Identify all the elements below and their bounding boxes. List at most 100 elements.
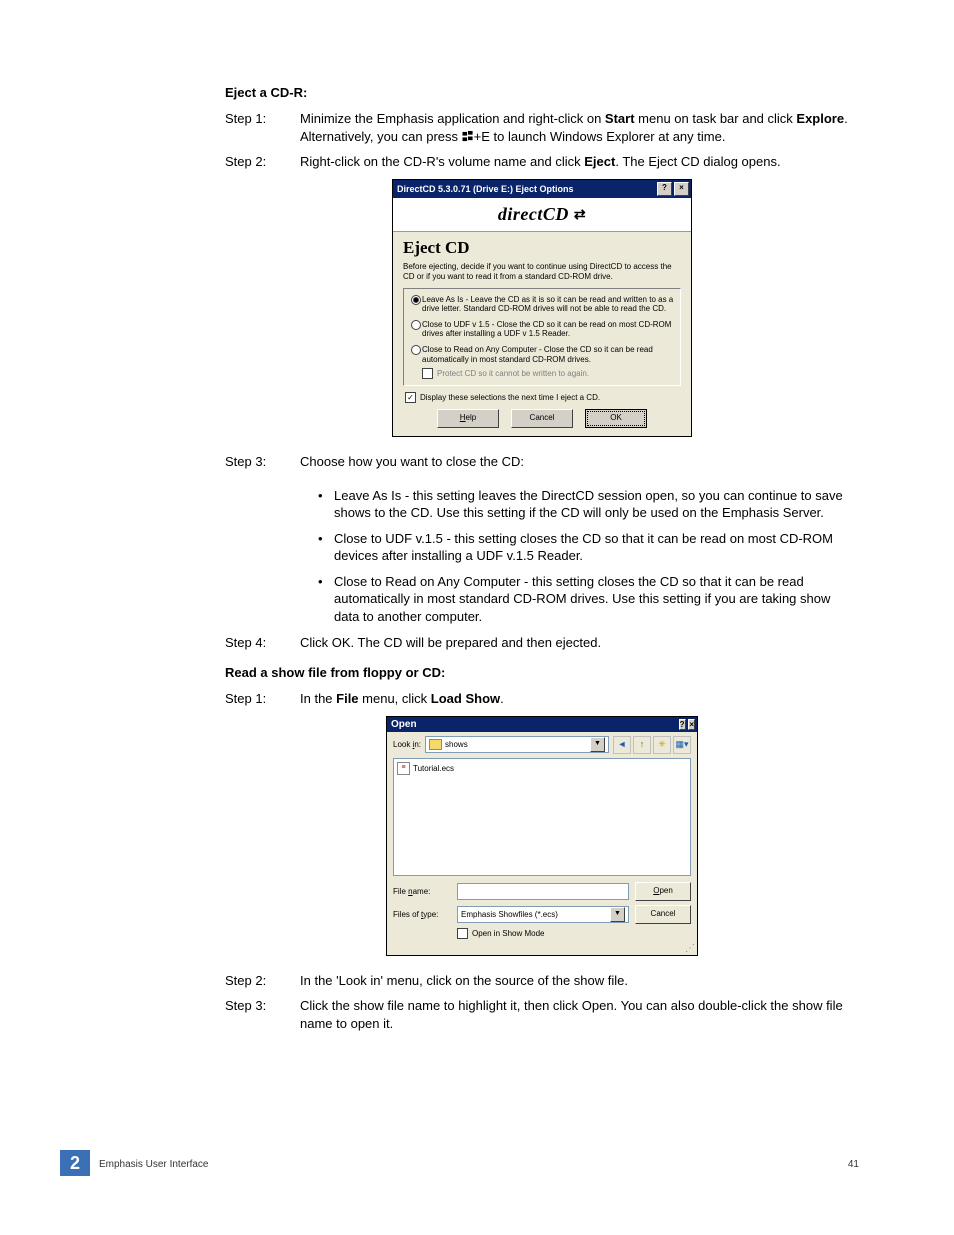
bullet-close-udf: • Close to UDF v.1.5 - this setting clos…	[318, 530, 859, 565]
windows-key-icon	[462, 131, 474, 142]
list-item[interactable]: ≡ Tutorial.ecs	[397, 762, 687, 775]
radio-label: Leave As Is - Leave the CD as it is so i…	[422, 295, 674, 314]
bullet-icon: •	[318, 573, 334, 626]
text: . The Eject CD dialog opens.	[615, 154, 780, 169]
directcd-eject-dialog: DirectCD 5.3.0.71 (Drive E:) Eject Optio…	[392, 179, 692, 438]
folder-icon	[429, 739, 442, 750]
open-button[interactable]: Open	[635, 882, 691, 901]
radio-close-udf[interactable]: Close to UDF v 1.5 - Close the CD so it …	[410, 320, 674, 339]
dialog-title: DirectCD 5.3.0.71 (Drive E:) Eject Optio…	[397, 184, 574, 194]
ok-button[interactable]: OK	[585, 409, 647, 428]
file-list[interactable]: ≡ Tutorial.ecs	[393, 758, 691, 876]
cancel-button[interactable]: Cancel	[635, 905, 691, 924]
directcd-logo: directCD ⇄	[393, 198, 691, 232]
logo-text: directCD	[498, 204, 569, 224]
step-body: Minimize the Emphasis application and ri…	[300, 110, 859, 145]
cancel-button[interactable]: Cancel	[511, 409, 573, 428]
radio-leave-as-is[interactable]: Leave As Is - Leave the CD as it is so i…	[410, 295, 674, 314]
text: menu on task bar and click	[635, 111, 797, 126]
close-icon[interactable]: ×	[674, 182, 689, 196]
look-in-combo[interactable]: shows ▼	[425, 736, 609, 753]
step-label: Step 2:	[225, 972, 300, 990]
file-name-label: File name:	[393, 887, 451, 896]
step-body: Click the show file name to highlight it…	[300, 997, 859, 1032]
help-button-icon[interactable]: ?	[679, 719, 686, 730]
text: menu, click	[359, 691, 431, 706]
step-label: Step 4:	[225, 634, 300, 652]
dialog-titlebar: DirectCD 5.3.0.71 (Drive E:) Eject Optio…	[393, 180, 691, 198]
help-button-icon[interactable]: ?	[657, 182, 672, 196]
bullet-icon: •	[318, 487, 334, 522]
step-body: Click OK. The CD will be prepared and th…	[300, 634, 859, 652]
text: +E to launch Windows Explorer at any tim…	[474, 129, 726, 144]
dialog-heading: Eject CD	[403, 238, 681, 258]
dialog-titlebar: Open ? ×	[387, 717, 697, 732]
step-1-read: Step 1: In the File menu, click Load Sho…	[225, 690, 859, 708]
step-label: Step 1:	[225, 110, 300, 145]
eject-ref: Eject	[584, 154, 615, 169]
resize-grip-icon[interactable]: ⋰	[387, 945, 697, 955]
chevron-down-icon[interactable]: ▼	[590, 737, 605, 752]
step-3-eject: Step 3: Choose how you want to close the…	[225, 453, 859, 471]
radio-label: Close to UDF v 1.5 - Close the CD so it …	[422, 320, 674, 339]
chapter-badge: 2	[60, 1150, 90, 1176]
step-label: Step 3:	[225, 997, 300, 1032]
look-in-label: Look in:	[393, 740, 421, 749]
file-name: Tutorial.ecs	[413, 764, 454, 773]
dialog-intro: Before ejecting, decide if you want to c…	[403, 262, 681, 282]
bullet-text: Leave As Is - this setting leaves the Di…	[334, 487, 859, 522]
close-icon[interactable]: ×	[688, 719, 695, 730]
step-body: In the 'Look in' menu, click on the sour…	[300, 972, 859, 990]
page-number: 41	[848, 1159, 859, 1170]
eject-options-group: Leave As Is - Leave the CD as it is so i…	[403, 288, 681, 387]
bullet-text: Close to Read on Any Computer - this set…	[334, 573, 859, 626]
step-4-eject: Step 4: Click OK. The CD will be prepare…	[225, 634, 859, 652]
file-name-input[interactable]	[457, 883, 629, 900]
radio-close-any[interactable]: Close to Read on Any Computer - Close th…	[410, 345, 674, 364]
section-heading-eject: Eject a CD-R:	[225, 85, 859, 100]
display-next-time-checkbox[interactable]: ✓ Display these selections the next time…	[405, 392, 681, 403]
chevron-down-icon[interactable]: ▼	[610, 907, 625, 922]
back-icon[interactable]: ◄	[613, 736, 631, 754]
text: .	[500, 691, 504, 706]
checkbox-label: Open in Show Mode	[472, 929, 545, 938]
step-2-read: Step 2: In the 'Look in' menu, click on …	[225, 972, 859, 990]
checkbox-label: Display these selections the next time I…	[420, 393, 600, 402]
start-menu-ref: Start	[605, 111, 635, 126]
open-file-dialog: Open ? × Look in: shows ▼ ◄ ↑ ✳ ▦▾	[386, 716, 698, 956]
step-3-read: Step 3: Click the show file name to high…	[225, 997, 859, 1032]
file-type-combo[interactable]: Emphasis Showfiles (*.ecs) ▼	[457, 906, 629, 923]
checkbox-icon: ✓	[405, 392, 416, 403]
protect-checkbox-row: Protect CD so it cannot be written to ag…	[422, 368, 674, 379]
bullet-icon: •	[318, 530, 334, 565]
step-label: Step 2:	[225, 153, 300, 171]
dialog-title: Open	[391, 719, 417, 730]
logo-arrow-icon: ⇄	[574, 208, 586, 223]
btn-text: elp	[466, 413, 477, 422]
showfile-icon: ≡	[397, 762, 410, 775]
footer-chapter-title: Emphasis User Interface	[99, 1159, 209, 1170]
step-body: In the File menu, click Load Show.	[300, 690, 859, 708]
section-heading-read: Read a show file from floppy or CD:	[225, 665, 859, 680]
step-label: Step 3:	[225, 453, 300, 471]
step-label: Step 1:	[225, 690, 300, 708]
views-icon[interactable]: ▦▾	[673, 736, 691, 754]
explore-ref: Explore	[796, 111, 844, 126]
look-in-value: shows	[445, 740, 468, 749]
text: Minimize the Emphasis application and ri…	[300, 111, 605, 126]
checkbox-icon	[457, 928, 468, 939]
new-folder-icon[interactable]: ✳	[653, 736, 671, 754]
load-show-ref: Load Show	[431, 691, 500, 706]
step-1-eject: Step 1: Minimize the Emphasis applicatio…	[225, 110, 859, 145]
file-type-label: Files of type:	[393, 910, 451, 919]
text: Right-click on the CD-R's volume name an…	[300, 154, 584, 169]
up-one-level-icon[interactable]: ↑	[633, 736, 651, 754]
bullet-close-any: • Close to Read on Any Computer - this s…	[318, 573, 859, 626]
file-type-value: Emphasis Showfiles (*.ecs)	[461, 910, 558, 919]
radio-label: Close to Read on Any Computer - Close th…	[422, 345, 674, 364]
protect-label: Protect CD so it cannot be written to ag…	[437, 369, 589, 378]
text: In the	[300, 691, 336, 706]
open-in-show-mode-checkbox[interactable]: Open in Show Mode	[457, 928, 691, 939]
help-button[interactable]: Help	[437, 409, 499, 428]
bullet-leave-as-is: • Leave As Is - this setting leaves the …	[318, 487, 859, 522]
